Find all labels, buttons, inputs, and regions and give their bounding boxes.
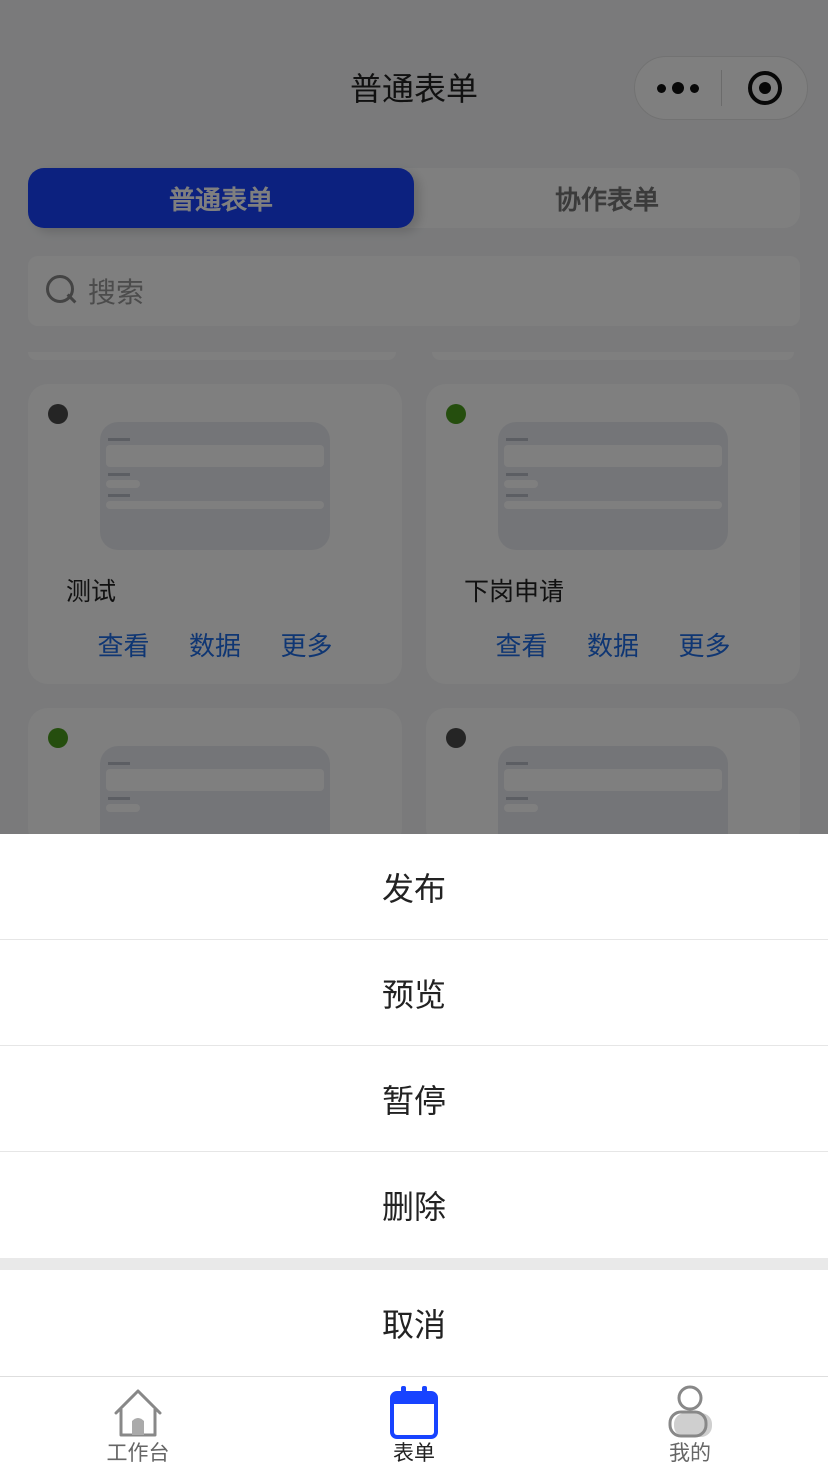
tabbar-label: 表单 [393,1441,435,1465]
pause-option[interactable]: 暂停 [0,1046,828,1152]
calendar-icon [390,1386,438,1439]
preview-option[interactable]: 预览 [0,940,828,1046]
publish-option[interactable]: 发布 [0,834,828,940]
home-icon [114,1389,162,1437]
sheet-divider [0,1258,828,1270]
tabbar-label: 工作台 [106,1441,170,1465]
tabbar-item-mine[interactable]: 我的 [552,1377,828,1472]
bottom-tab-bar: 工作台 表单 我的 [0,1376,828,1472]
tabbar-item-workbench[interactable]: 工作台 [0,1377,276,1472]
delete-option[interactable]: 删除 [0,1152,828,1258]
action-sheet: 发布 预览 暂停 删除 取消 [0,834,828,1376]
cancel-button[interactable]: 取消 [0,1270,828,1376]
tabbar-label: 我的 [669,1441,711,1465]
tabbar-item-forms[interactable]: 表单 [276,1377,552,1472]
user-icon [668,1385,712,1438]
